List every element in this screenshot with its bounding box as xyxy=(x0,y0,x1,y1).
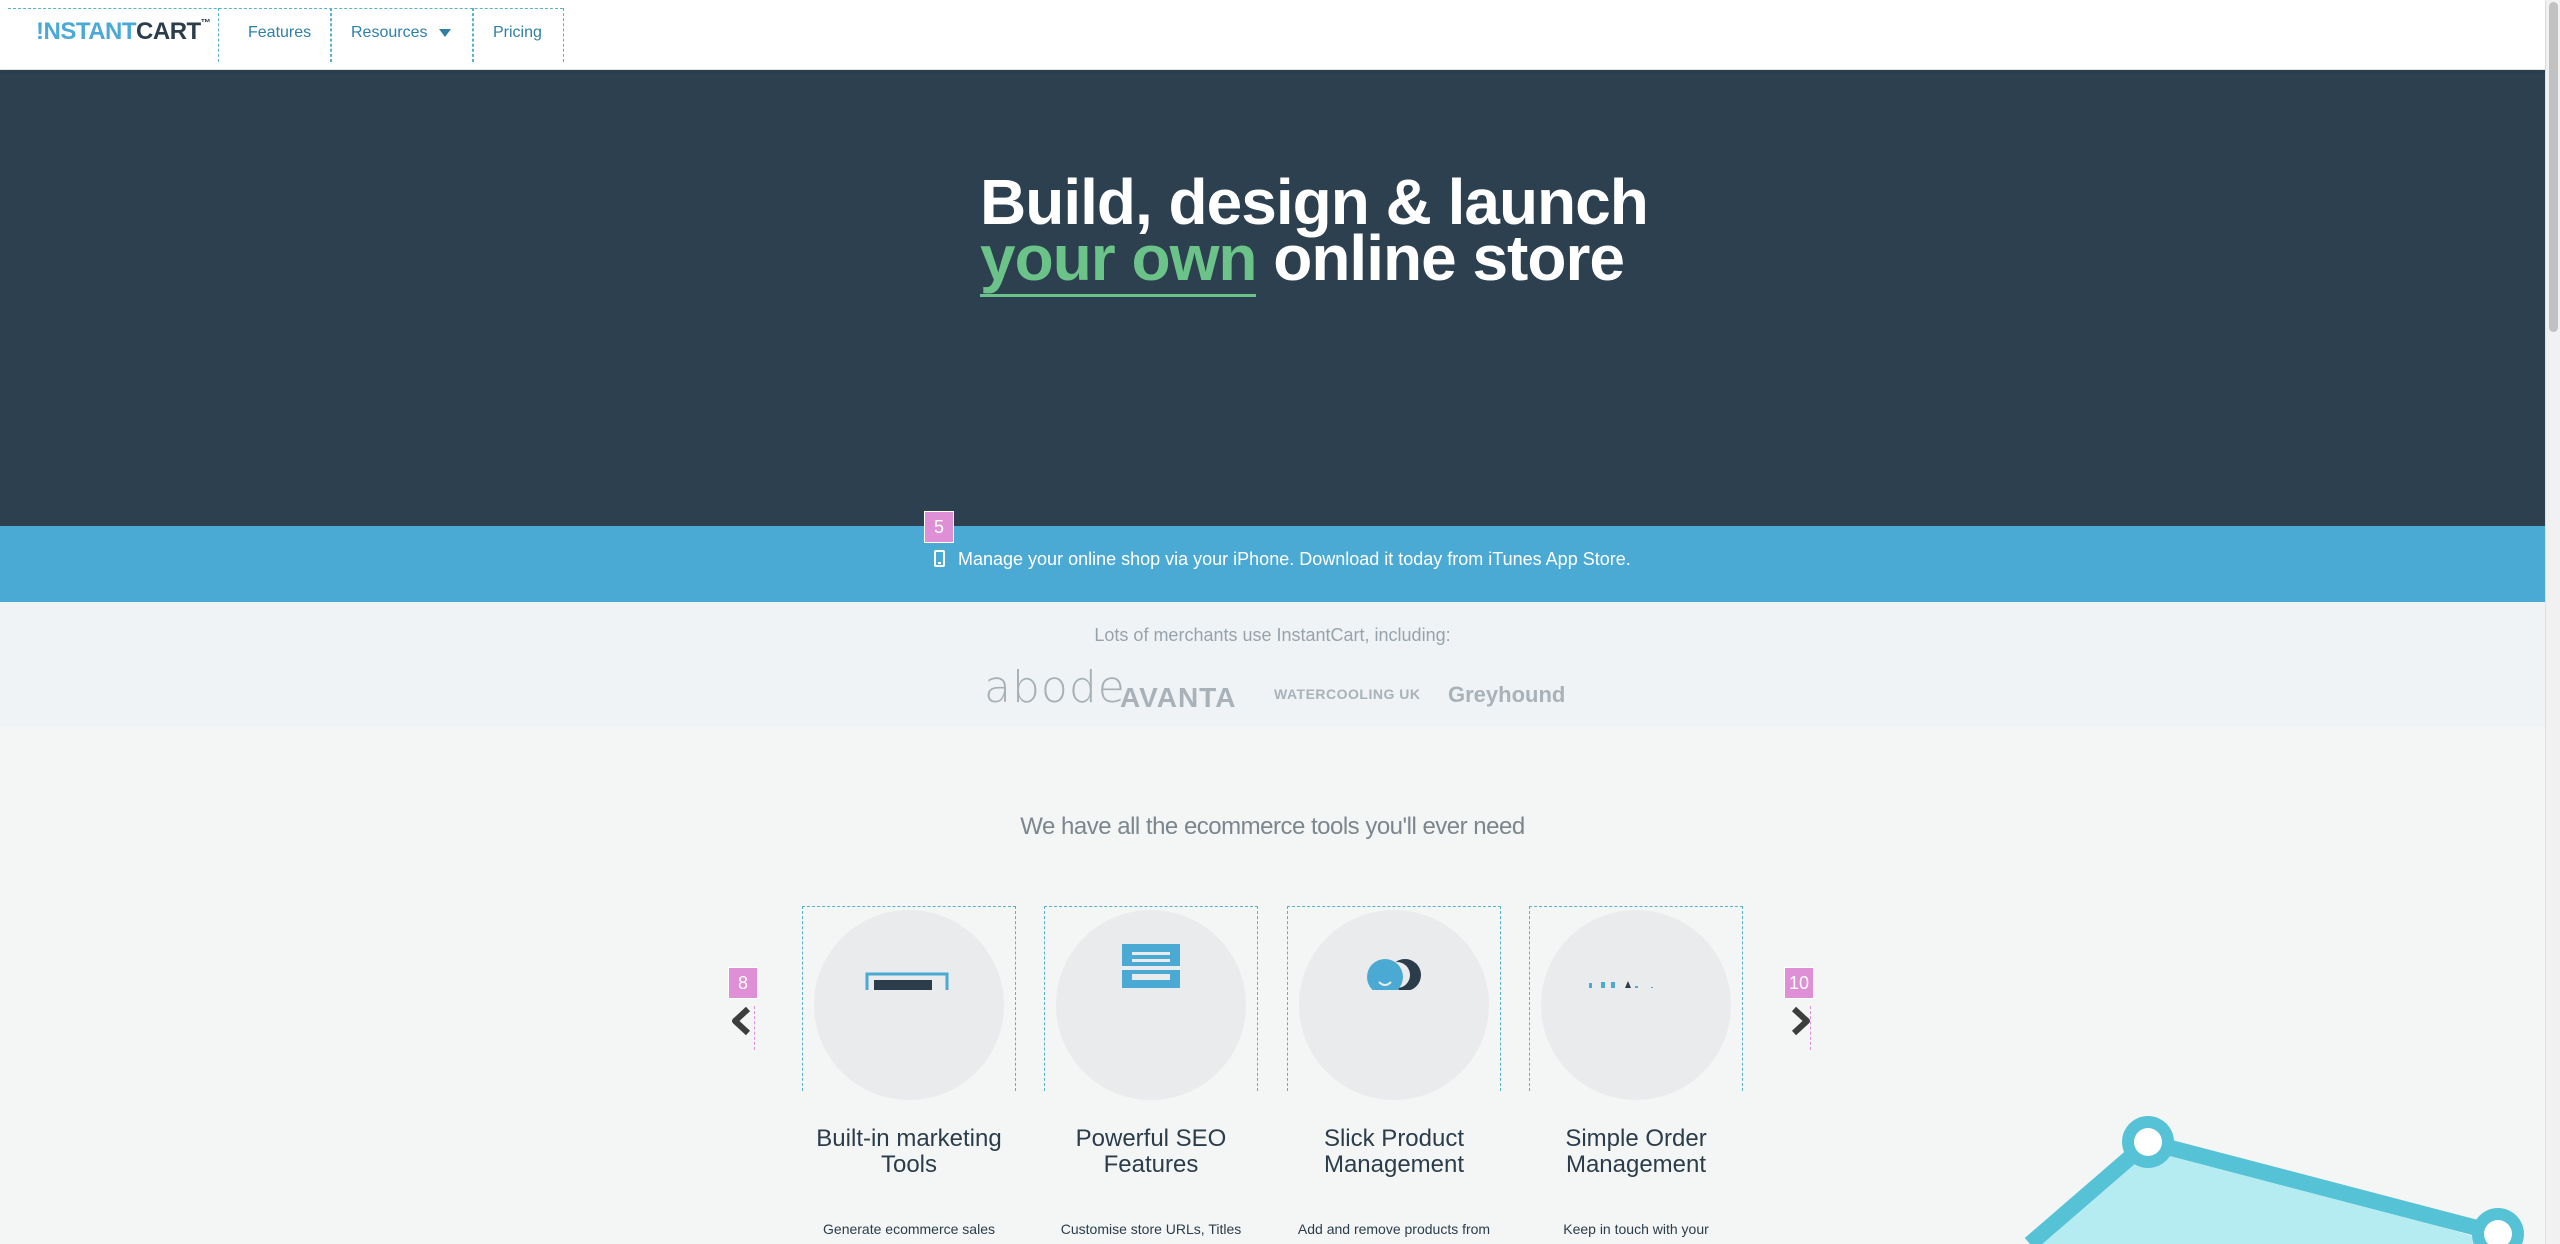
app-store-banner-text[interactable]: Manage your online shop via your iPhone.… xyxy=(958,549,1631,570)
marketing-icon xyxy=(864,972,954,1000)
annotation-marker-8: 8 xyxy=(728,967,758,999)
product-icon xyxy=(1359,959,1429,1020)
nav-link-resources-label: Resources xyxy=(351,24,428,41)
merchant-logo-avanta: AVANTA xyxy=(1120,682,1237,713)
top-navigation: !NSTANTCART™ Features Resources Pricing xyxy=(0,0,2545,70)
phone-icon xyxy=(934,550,945,567)
tool-circle-marketing xyxy=(814,910,1004,1100)
chevron-down-icon xyxy=(439,28,452,37)
tool-name-marketing: Built-in marketing Tools xyxy=(816,1125,1002,1178)
hero-accent: your own xyxy=(980,222,1257,297)
nav-link-resources[interactable]: Resources xyxy=(351,24,452,42)
seo-icon xyxy=(1114,944,1188,988)
annotation-marker-5: 5 xyxy=(924,511,954,543)
merchant-logo-watercooling: WATERCOOLING UK xyxy=(1274,686,1421,702)
annotation-marker-10: 10 xyxy=(1784,967,1814,999)
prev-outline xyxy=(754,1006,755,1050)
hero-title: Build, design & launch your own online s… xyxy=(980,170,1649,297)
tool-desc-orders: Keep in touch with your xyxy=(1563,1221,1709,1237)
hero-line-2: your own online store xyxy=(980,222,1648,297)
tool-desc-products: Add and remove products from xyxy=(1297,1221,1491,1237)
decorative-graph-illustration xyxy=(2024,1116,2524,1244)
tool-circle-products xyxy=(1299,910,1489,1100)
tool-desc-seo: Customise store URLs, Titles xyxy=(1060,1221,1242,1237)
tool-circle-orders xyxy=(1541,910,1731,1100)
tool-desc-marketing: Generate ecommerce sales xyxy=(823,1221,995,1237)
merchants-section: Lots of merchants use InstantCart, inclu… xyxy=(0,602,2545,727)
merchant-logo-greyhound: Greyhound xyxy=(1448,682,1566,707)
app-store-banner[interactable]: Manage your online shop via your iPhone.… xyxy=(0,526,2545,602)
scrollbar-thumb[interactable] xyxy=(2549,2,2558,332)
carousel-next-button[interactable] xyxy=(1782,1006,1812,1050)
nav-link-pricing[interactable]: Pricing xyxy=(493,24,542,42)
chevron-left-icon xyxy=(732,1006,751,1036)
tools-section-title: We have all the ecommerce tools you'll e… xyxy=(1020,813,1525,840)
nav-link-features[interactable]: Features xyxy=(248,24,311,42)
tool-name-orders: Simple Order Management xyxy=(1565,1125,1707,1178)
logo-bang: ! xyxy=(36,18,44,45)
logo-instant: NSTANT xyxy=(43,18,137,45)
logo-trademark: ™ xyxy=(200,18,211,29)
carousel-prev-button[interactable] xyxy=(730,1006,760,1050)
instantcart-logo[interactable]: !NSTANTCART™ xyxy=(36,18,211,46)
tool-circle-seo xyxy=(1056,910,1246,1100)
tool-name-seo: Powerful SEO Features xyxy=(1075,1125,1227,1178)
hero-line-2-rest: online store xyxy=(1256,222,1625,294)
orders-icon xyxy=(1589,981,1653,988)
merchants-title: Lots of merchants use InstantCart, inclu… xyxy=(1094,625,1451,645)
logo-cart: CART xyxy=(136,18,201,45)
page-scrollbar[interactable] xyxy=(2545,0,2560,1244)
tool-name-products: Slick Product Management xyxy=(1323,1125,1465,1178)
merchant-logo-abode: abode xyxy=(984,662,1126,713)
next-outline xyxy=(1810,1006,1811,1050)
hero-section: Build, design & launch your own online s… xyxy=(0,70,2545,526)
chevron-right-icon xyxy=(1791,1006,1810,1036)
